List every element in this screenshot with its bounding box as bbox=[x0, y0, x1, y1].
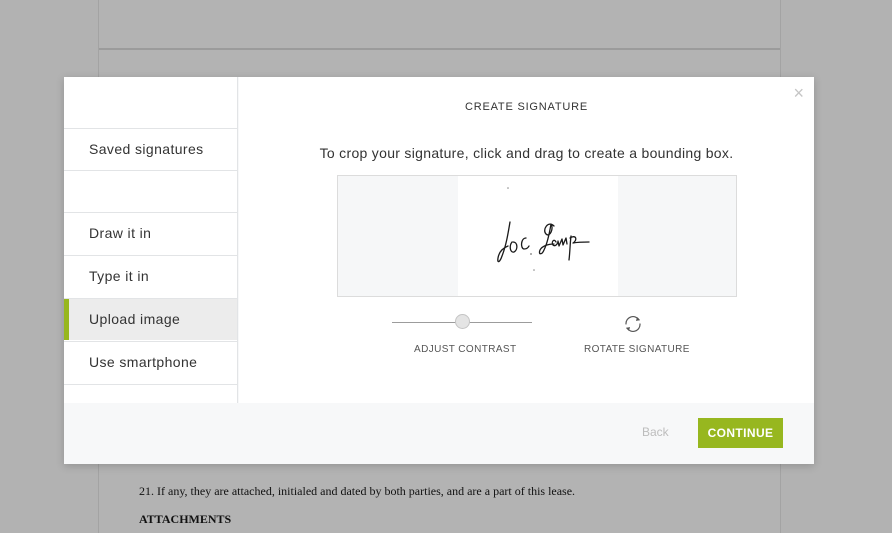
doc-heading-attachments: ATTACHMENTS bbox=[139, 512, 232, 526]
signature-image bbox=[458, 176, 618, 296]
modal-title: CREATE SIGNATURE bbox=[464, 101, 588, 113]
sidebar-item-type[interactable]: Type it in bbox=[64, 255, 237, 297]
sidebar-item-label: Type it in bbox=[89, 268, 150, 284]
doc-clause-21: 21. If any, they are attached, initialed… bbox=[139, 484, 576, 498]
sidebar-item-label: Upload image bbox=[89, 311, 181, 327]
page-separator bbox=[99, 48, 780, 50]
sidebar-item-draw[interactable]: Draw it in bbox=[64, 212, 237, 254]
sidebar-divider bbox=[64, 170, 237, 171]
sidebar-item-saved-signatures[interactable]: Saved signatures bbox=[64, 128, 237, 170]
handwritten-signature-icon bbox=[497, 187, 590, 271]
signature-method-sidebar: Saved signatures Draw it in Type it in U… bbox=[64, 77, 238, 403]
sidebar-item-upload-image[interactable]: Upload image bbox=[64, 298, 237, 340]
crop-area[interactable] bbox=[337, 175, 737, 297]
create-signature-modal: Saved signatures Draw it in Type it in U… bbox=[64, 77, 814, 464]
signature-panel: × CREATE SIGNATURE To crop your signatur… bbox=[239, 77, 814, 403]
crop-instruction: To crop your signature, click and drag t… bbox=[319, 145, 734, 161]
sidebar-item-label: Saved signatures bbox=[89, 141, 204, 157]
back-button[interactable]: Back bbox=[642, 425, 669, 439]
contrast-slider-handle[interactable] bbox=[454, 314, 470, 329]
sidebar-divider bbox=[64, 384, 237, 385]
sidebar-item-use-smartphone[interactable]: Use smartphone bbox=[64, 341, 237, 383]
adjust-contrast-label: ADJUST CONTRAST bbox=[414, 344, 517, 355]
rotate-signature-label: ROTATE SIGNATURE bbox=[584, 344, 690, 355]
sidebar-item-label: Use smartphone bbox=[89, 354, 198, 370]
sidebar-item-label: Draw it in bbox=[89, 225, 152, 241]
continue-button[interactable]: CONTINUE bbox=[698, 418, 783, 448]
rotate-icon[interactable] bbox=[623, 315, 643, 333]
